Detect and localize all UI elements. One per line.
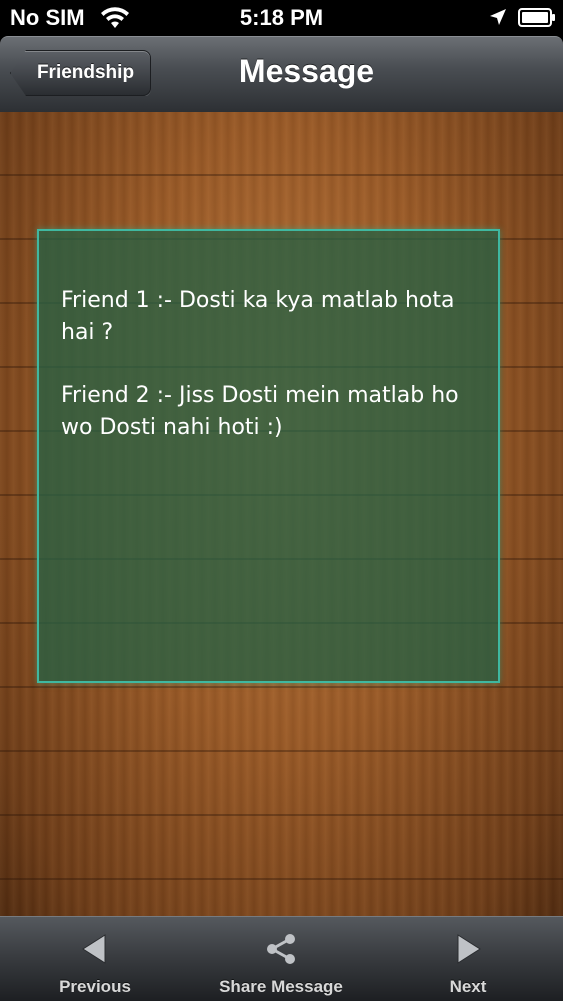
page-title: Message (238, 53, 375, 89)
status-bar: No SIM 5:18 PM (0, 0, 563, 36)
share-message-button[interactable]: Share Message (206, 917, 356, 1001)
back-button[interactable]: Friendship (10, 50, 151, 96)
message-panel: Friend 1 :- Dosti ka kya matlab hota hai… (37, 229, 500, 683)
previous-button[interactable]: Previous (40, 917, 150, 1001)
triangle-right-icon (457, 934, 481, 964)
back-button-label: Friendship (36, 62, 135, 83)
bottom-toolbar: Previous Share Message Next (0, 916, 563, 1001)
message-line-1: Friend 1 :- Dosti ka kya matlab hota hai… (61, 288, 455, 345)
location-arrow-icon (490, 9, 506, 25)
next-button[interactable]: Next (418, 917, 518, 1001)
status-time: 5:18 PM (239, 5, 324, 30)
share-message-label: Share Message (219, 977, 343, 996)
navigation-bar: Friendship Message (0, 36, 563, 114)
battery-icon (518, 8, 555, 27)
next-label: Next (449, 977, 487, 996)
triangle-left-icon (82, 934, 106, 964)
previous-label: Previous (59, 977, 131, 996)
message-line-2: Friend 2 :- Jiss Dosti mein matlab ho wo… (61, 383, 459, 440)
share-icon (267, 934, 295, 964)
